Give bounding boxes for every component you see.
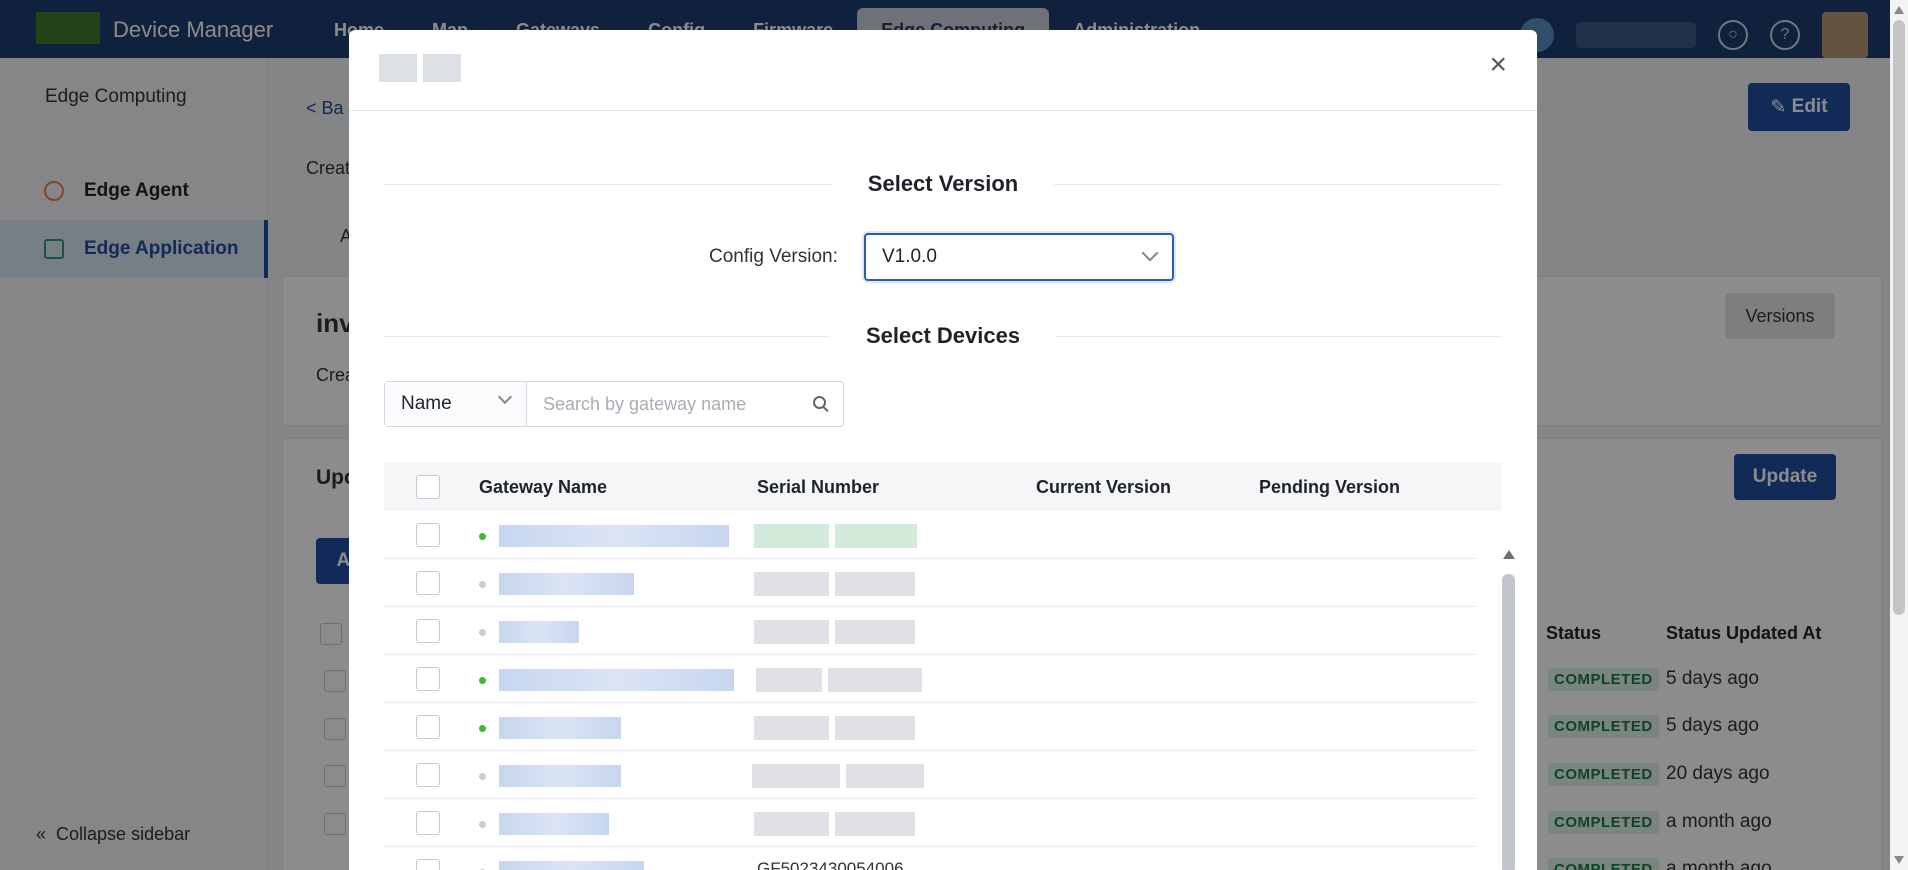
- table-row[interactable]: [384, 559, 1476, 607]
- serial-redacted: [754, 716, 921, 740]
- table-row[interactable]: [384, 799, 1476, 847]
- row-checkbox[interactable]: [416, 667, 440, 691]
- serial-number: GF5023430054006: [757, 859, 904, 870]
- row-checkbox[interactable]: [416, 619, 440, 643]
- config-version-select[interactable]: V1.0.0: [864, 233, 1174, 281]
- select-devices-heading: Select Devices: [384, 323, 1502, 349]
- pending-version-header: Pending Version: [1259, 477, 1401, 497]
- gateway-name-redacted[interactable]: [499, 765, 621, 787]
- config-version-value: V1.0.0: [882, 246, 937, 267]
- row-checkbox[interactable]: [416, 523, 440, 547]
- offline-status-dot: [479, 821, 486, 828]
- gateway-name-redacted[interactable]: [499, 861, 644, 870]
- chevron-down-icon: [1141, 244, 1159, 262]
- deploy-modal: × Select Version Config Version: V1.0.0 …: [349, 30, 1537, 870]
- table-row[interactable]: [384, 703, 1476, 751]
- table-scrollbar[interactable]: [1501, 550, 1515, 870]
- row-checkbox[interactable]: [416, 715, 440, 739]
- device-table: Gateway Name Serial Number Current Versi…: [384, 463, 1502, 870]
- select-version-heading: Select Version: [384, 171, 1502, 197]
- offline-status-dot: [479, 773, 486, 780]
- gateway-name-redacted[interactable]: [499, 621, 579, 643]
- modal-header-divider: [349, 110, 1537, 111]
- table-row[interactable]: [384, 607, 1476, 655]
- select-devices-title: Select Devices: [865, 323, 1021, 348]
- row-checkbox[interactable]: [416, 571, 440, 595]
- config-version-label: Config Version:: [709, 246, 838, 267]
- offline-status-dot: [479, 629, 486, 636]
- gateway-name-header: Gateway Name: [479, 477, 608, 497]
- online-status-dot: [479, 533, 486, 540]
- scroll-up-arrow-icon[interactable]: [1503, 550, 1515, 559]
- search-input[interactable]: [527, 382, 799, 426]
- serial-number-header: Serial Number: [757, 477, 880, 497]
- select-all-checkbox[interactable]: [416, 475, 440, 499]
- device-search-bar: Name: [384, 381, 844, 427]
- table-header: Gateway Name Serial Number Current Versi…: [384, 463, 1502, 511]
- serial-redacted: [752, 764, 930, 788]
- close-icon[interactable]: ×: [1489, 50, 1507, 80]
- search-icon[interactable]: [799, 382, 843, 426]
- search-field-select[interactable]: Name: [385, 382, 527, 426]
- serial-redacted: [756, 668, 928, 692]
- gateway-name-redacted[interactable]: [499, 573, 634, 595]
- gateway-name-redacted[interactable]: [499, 813, 609, 835]
- scroll-thumb[interactable]: [1502, 574, 1515, 870]
- online-status-dot: [479, 725, 486, 732]
- scroll-up-arrow-icon[interactable]: [1894, 6, 1904, 14]
- row-checkbox[interactable]: [416, 763, 440, 787]
- modal-title-redacted: [379, 54, 461, 82]
- serial-redacted: [754, 812, 921, 836]
- select-version-title: Select Version: [867, 171, 1019, 196]
- gateway-name-redacted[interactable]: [499, 669, 734, 691]
- row-checkbox[interactable]: [416, 859, 440, 870]
- page-scroll-thumb[interactable]: [1893, 20, 1905, 615]
- search-field-value: Name: [401, 393, 452, 414]
- table-row[interactable]: [384, 511, 1476, 559]
- row-checkbox[interactable]: [416, 811, 440, 835]
- page-scrollbar[interactable]: [1890, 0, 1908, 870]
- serial-redacted: [754, 524, 923, 548]
- scroll-down-arrow-icon[interactable]: [1894, 856, 1904, 864]
- table-row[interactable]: [384, 751, 1476, 799]
- current-version-header: Current Version: [1036, 477, 1172, 497]
- online-status-dot: [479, 677, 486, 684]
- offline-status-dot: [479, 581, 486, 588]
- table-body: GF5023430054006: [384, 511, 1502, 870]
- gateway-name-redacted[interactable]: [499, 717, 621, 739]
- serial-redacted: [754, 572, 921, 596]
- table-row[interactable]: GF5023430054006: [384, 847, 1476, 870]
- table-row[interactable]: [384, 655, 1476, 703]
- serial-redacted: [754, 620, 921, 644]
- gateway-name-redacted[interactable]: [499, 525, 729, 547]
- chevron-down-icon: [497, 389, 513, 405]
